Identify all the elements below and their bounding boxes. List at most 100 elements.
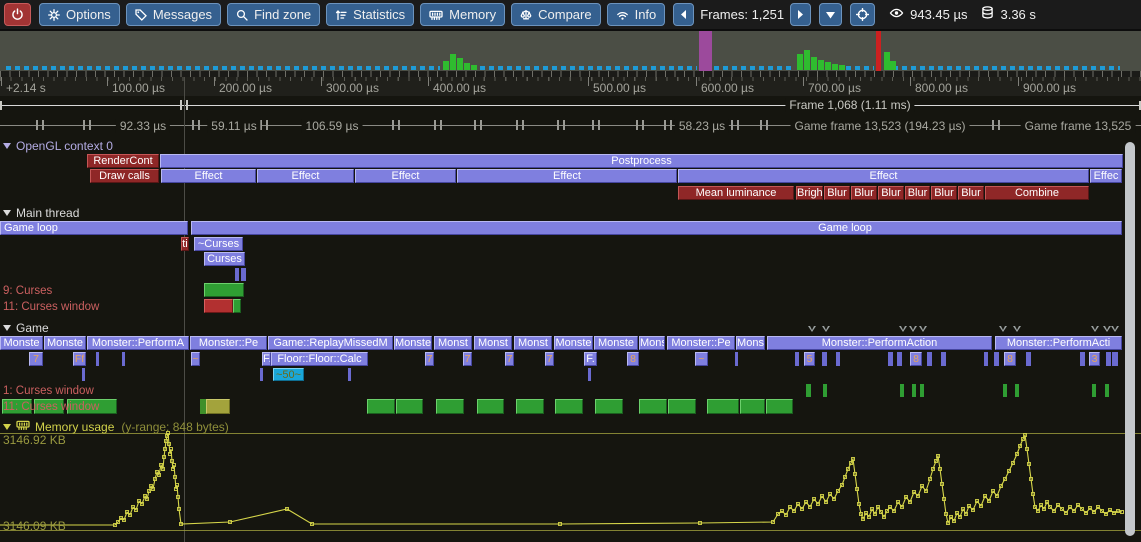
zone-tick[interactable] <box>941 352 946 366</box>
frame-set-mark[interactable] <box>83 120 91 130</box>
next-frame-button[interactable] <box>790 3 811 26</box>
frame-set-mark[interactable] <box>760 120 768 130</box>
zone[interactable]: Monster::PerformAction <box>767 336 992 350</box>
zone[interactable] <box>477 399 504 414</box>
zone[interactable]: Mean luminance <box>678 186 794 200</box>
frame-set-mark[interactable] <box>557 120 565 130</box>
toolbar-button-find-zone[interactable]: Find zone <box>227 3 320 26</box>
frame-set-mark[interactable] <box>636 120 644 130</box>
zone[interactable]: Monste <box>0 336 43 350</box>
toolbar-button-messages[interactable]: Messages <box>126 3 221 26</box>
frame-set-label[interactable]: Game frame 13,525 <box>1021 119 1136 133</box>
zone[interactable]: 5 <box>804 352 815 366</box>
zone-tick[interactable] <box>912 384 916 397</box>
zone[interactable]: Game::ReplayMissedM <box>268 336 393 350</box>
zone[interactable] <box>436 399 464 414</box>
zone[interactable]: F. <box>262 352 271 366</box>
zone[interactable]: 3 <box>1089 352 1100 366</box>
zone[interactable]: Mons <box>736 336 765 350</box>
frame-set-mark[interactable] <box>474 120 482 130</box>
frame-set-mark[interactable] <box>731 120 739 130</box>
frame-set-label[interactable]: 106.59 µs <box>302 119 363 133</box>
zone-tick[interactable] <box>897 352 902 366</box>
zone[interactable]: Effect <box>161 169 256 183</box>
zone[interactable] <box>595 399 623 414</box>
frame-set-label[interactable]: Game frame 13,523 (194.23 µs) <box>791 119 970 133</box>
message-marker-icon[interactable] <box>808 326 816 332</box>
frame-set-mark[interactable] <box>992 120 1000 130</box>
frame-set-mark[interactable] <box>664 120 672 130</box>
frame-ruler[interactable]: Frame 1,068 (1.11 ms) <box>0 96 1141 114</box>
frame-time-bars[interactable] <box>6 66 440 70</box>
frame-time-bar[interactable] <box>890 61 896 70</box>
zone[interactable]: Monste <box>44 336 86 350</box>
zone[interactable]: 7 <box>545 352 554 366</box>
zone[interactable]: Monster::Pe <box>667 336 735 350</box>
zone-tick[interactable] <box>588 368 591 381</box>
zone-tick[interactable] <box>927 352 932 366</box>
zone[interactable] <box>206 399 230 414</box>
collapse-icon[interactable] <box>3 210 11 216</box>
toolbar-button-statistics[interactable]: Statistics <box>326 3 414 26</box>
toolbar-button-compare[interactable]: Compare <box>511 3 600 26</box>
selected-frame-marker[interactable] <box>699 31 712 71</box>
zone[interactable]: Blur <box>905 186 930 200</box>
message-marker-icon[interactable] <box>1111 326 1119 332</box>
frame-set-mark[interactable] <box>592 120 600 130</box>
frame-time-bar[interactable] <box>450 54 456 70</box>
zone[interactable]: Mons <box>639 336 665 350</box>
slow-frame-marker[interactable] <box>876 31 881 71</box>
zone[interactable]: Effec <box>1090 169 1122 183</box>
frame-label[interactable]: Frame 1,068 (1.11 ms) <box>785 98 914 112</box>
zone[interactable] <box>367 399 395 414</box>
frame-time-bar[interactable] <box>804 50 810 70</box>
zone-tick[interactable] <box>241 268 246 281</box>
zone[interactable]: Monster::Pe <box>190 336 267 350</box>
frame-time-bars[interactable] <box>893 66 1120 70</box>
zone[interactable]: Floor::Floor::Calc <box>271 352 368 366</box>
frame-sets-ruler[interactable]: 92.33 µs59.11 µs106.59 µs58.23 µsGame fr… <box>0 114 1141 136</box>
zone[interactable] <box>204 283 244 297</box>
zone[interactable] <box>740 399 765 414</box>
zone[interactable]: 7 <box>425 352 434 366</box>
zone[interactable]: Monst <box>514 336 552 350</box>
prev-frame-button[interactable] <box>673 3 694 26</box>
zone[interactable]: Blur <box>878 186 904 200</box>
frame-set-mark[interactable] <box>192 120 200 130</box>
zone[interactable]: 8 <box>1004 352 1016 366</box>
frame-time-bar[interactable] <box>457 58 463 70</box>
zone-tick[interactable] <box>1105 384 1109 397</box>
zone-tick[interactable] <box>888 352 893 366</box>
frame-set-mark[interactable] <box>260 120 268 130</box>
zone-tick[interactable] <box>984 352 988 366</box>
zone-tick[interactable] <box>823 384 827 397</box>
frame-time-bars[interactable] <box>480 66 697 70</box>
frame-time-bars[interactable] <box>714 66 794 70</box>
zone[interactable] <box>191 221 1122 235</box>
zone[interactable]: 8 <box>627 352 639 366</box>
zone[interactable]: Brigh <box>796 186 823 200</box>
zone[interactable]: 7 <box>29 352 43 366</box>
zone[interactable]: Blur <box>931 186 957 200</box>
collapse-icon[interactable] <box>3 424 11 430</box>
frame-set-mark[interactable] <box>434 120 442 130</box>
zone[interactable] <box>668 399 696 414</box>
frame-time-bar[interactable] <box>464 63 470 70</box>
zone[interactable] <box>555 399 583 414</box>
zone[interactable]: Monste <box>554 336 593 350</box>
zone[interactable]: Effect <box>457 169 677 183</box>
zone[interactable]: Effect <box>355 169 456 183</box>
zone-tick[interactable] <box>235 268 239 281</box>
zone[interactable]: Monster::PerformA <box>87 336 189 350</box>
zone[interactable]: ~50~ <box>273 368 304 381</box>
zone-tick[interactable] <box>822 352 827 366</box>
frame-time-bar[interactable] <box>839 65 845 70</box>
frame-set-label[interactable]: 59.11 µs <box>207 119 260 133</box>
zone[interactable]: F. <box>584 352 597 366</box>
zone[interactable]: Blur <box>851 186 877 200</box>
zone-tick[interactable] <box>260 368 263 381</box>
zone-tick[interactable] <box>82 368 85 381</box>
zone[interactable]: 7 <box>463 352 472 366</box>
zone-tick[interactable] <box>122 352 125 366</box>
zone-tick[interactable] <box>1106 352 1111 366</box>
